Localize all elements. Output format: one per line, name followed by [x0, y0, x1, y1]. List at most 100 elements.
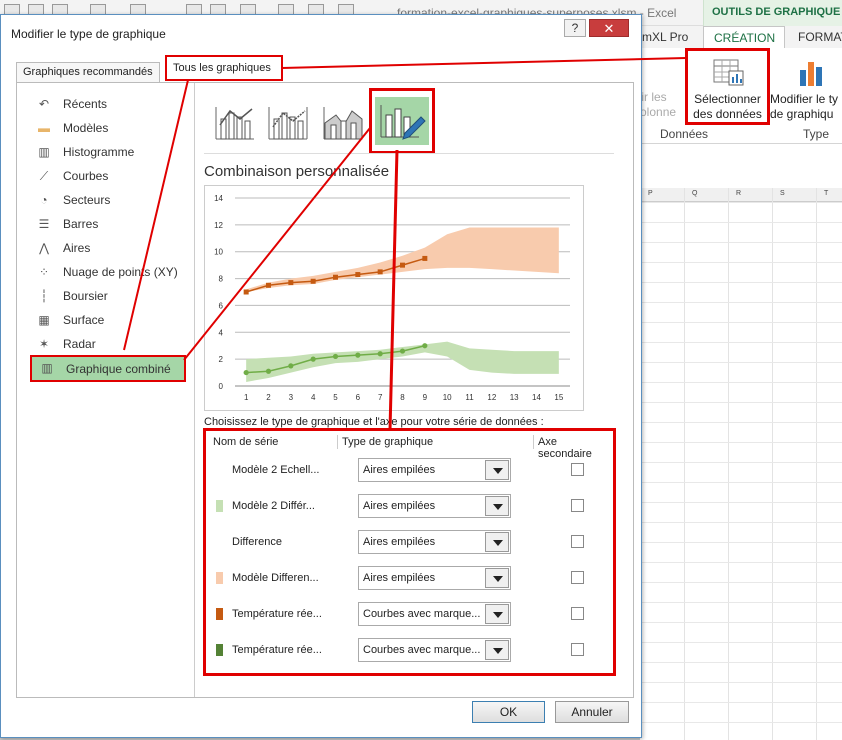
column-header[interactable]: P: [648, 190, 653, 197]
secondary-axis-checkbox[interactable]: [571, 499, 584, 512]
change-chart-type-button[interactable]: Modifier le ty de graphiqu: [770, 54, 842, 124]
chevron-down-icon[interactable]: [485, 568, 509, 588]
column-header[interactable]: Q: [692, 190, 697, 197]
grid-line: [640, 422, 842, 423]
grid-line: [640, 602, 842, 603]
sidebar-item-label: Histogramme: [63, 145, 135, 159]
data-point: [400, 262, 405, 268]
grid-line: [640, 482, 842, 483]
x-tick-label: 2: [266, 393, 271, 402]
x-tick-label: 14: [532, 393, 541, 402]
series-chart-type-select[interactable]: Aires empilées: [358, 566, 511, 590]
column-headers: P Q R S T: [640, 188, 842, 202]
secondary-axis-checkbox[interactable]: [571, 535, 584, 548]
chart-svg: 024681012141 2 3 4 5 6 7 8 9 10 11 12 13 14 15: [214, 194, 570, 402]
stock-chart-icon: ┆: [40, 289, 48, 303]
chevron-down-icon[interactable]: [485, 496, 509, 516]
x-tick-label: 12: [487, 393, 496, 402]
tab-recommended-charts[interactable]: Graphiques recommandés: [16, 62, 160, 82]
sidebar-item-nuage-de-points-xy-[interactable]: ⁘ Nuage de points (XY): [29, 261, 189, 283]
sidebar-item-aires[interactable]: ⋀ Aires: [29, 237, 189, 259]
dialog-title-bar: Modifier le type de graphique ? ✕: [1, 15, 641, 47]
chevron-down-icon[interactable]: [485, 640, 509, 660]
sidebar-item-histogramme[interactable]: ▥ Histogramme: [29, 141, 189, 163]
surface-chart-icon: ▦: [38, 313, 50, 327]
column-header[interactable]: S: [780, 190, 785, 197]
grid-line: [640, 322, 842, 323]
sidebar-item-label: Secteurs: [63, 193, 111, 207]
worksheet-grid[interactable]: P Q R S T: [640, 144, 842, 740]
sidebar-item-surface[interactable]: ▦ Surface: [29, 309, 189, 331]
combo-chart-icon: ▥: [41, 361, 53, 375]
sidebar-item-boursier[interactable]: ┆ Boursier: [29, 285, 189, 307]
sidebar-item-courbes[interactable]: ⟋ Courbes: [29, 165, 189, 187]
gallery-column-line-secondary[interactable]: [267, 103, 311, 143]
grid-line: [640, 362, 842, 363]
ok-button[interactable]: OK: [472, 701, 545, 723]
data-point: [288, 363, 294, 369]
sidebar-item-r-cents[interactable]: ↶ Récents: [29, 93, 189, 115]
tab-creation[interactable]: CRÉATION: [703, 26, 785, 48]
series-chart-type-select[interactable]: Aires empilées: [358, 458, 511, 482]
secondary-axis-checkbox[interactable]: [571, 607, 584, 620]
grid-line: [640, 622, 842, 623]
grid-line: [772, 188, 773, 740]
ribbon-tabs: mXL Pro CRÉATION FORMAT: [640, 26, 842, 48]
secondary-axis-checkbox[interactable]: [571, 463, 584, 476]
series-chart-type-value: Aires empilées: [363, 572, 436, 584]
series-chart-type-select[interactable]: Courbes avec marque...: [358, 638, 511, 662]
series-name: Modèle Differen...: [232, 572, 319, 584]
data-point: [422, 343, 428, 349]
series-chart-type-select[interactable]: Aires empilées: [358, 530, 511, 554]
ribbon: rtir les colonne Sélectionner des donnée…: [634, 48, 842, 144]
sidebar-item-label: Modèles: [63, 121, 109, 135]
tab-format[interactable]: FORMAT: [798, 30, 842, 44]
y-tick-label: 6: [219, 301, 224, 310]
column-chart-icon: [800, 62, 822, 86]
grid-line: [640, 202, 842, 203]
grid-line: [640, 442, 842, 443]
area-chart-icon: ⋀: [39, 241, 49, 255]
header-divider: [337, 435, 338, 449]
column-header[interactable]: R: [736, 190, 741, 197]
series-chart-type-value: Aires empilées: [363, 464, 436, 476]
sidebar-item-label: Récents: [63, 97, 108, 111]
x-tick-label: 15: [554, 393, 563, 402]
cancel-button[interactable]: Annuler: [555, 701, 629, 723]
series-name: Température rée...: [232, 644, 322, 656]
series-chart-type-select[interactable]: Aires empilées: [358, 494, 511, 518]
gallery-clustered-column-line[interactable]: [214, 103, 258, 143]
line-chart-icon: ⟋: [39, 169, 49, 183]
gallery-stacked-area-column[interactable]: [322, 103, 366, 143]
sidebar-item-mod-les[interactable]: ▬ Modèles: [29, 117, 189, 139]
column-header[interactable]: T: [824, 190, 828, 197]
chevron-down-icon[interactable]: [485, 460, 509, 480]
y-tick-label: 8: [219, 275, 224, 284]
grid-line: [640, 722, 842, 723]
folder-icon: ▬: [38, 121, 50, 135]
secondary-axis-checkbox[interactable]: [571, 643, 584, 656]
x-tick-label: 13: [510, 393, 519, 402]
sidebar-item-barres[interactable]: ☰ Barres: [29, 213, 189, 235]
group-type-label: Type: [803, 127, 830, 141]
sidebar-item-secteurs[interactable]: ◔ Secteurs: [29, 189, 189, 211]
y-tick-label: 2: [219, 355, 224, 364]
chevron-down-icon[interactable]: [485, 604, 509, 624]
chart-preview: 0 2 4 6 8 10 12 14 1 2 3 4 5 6 7 8 9 10 11 12 13 14 15: [204, 185, 584, 411]
grid-line: [640, 342, 842, 343]
grid-line: [640, 662, 842, 663]
sidebar-item-graphique-combin-[interactable]: ▥ Graphique combiné: [30, 355, 186, 382]
data-point: [310, 356, 316, 362]
help-button[interactable]: ?: [564, 19, 586, 37]
tab-all-charts[interactable]: Tous les graphiques: [165, 55, 283, 81]
pie-chart-icon: ◔: [40, 193, 48, 207]
grid-line: [684, 188, 685, 740]
series-color-swatch: [216, 644, 223, 656]
secondary-axis-checkbox[interactable]: [571, 571, 584, 584]
grid-line: [816, 188, 817, 740]
sidebar-item-radar[interactable]: ✶ Radar: [29, 333, 189, 355]
tab-mxl-pro[interactable]: mXL Pro: [642, 30, 688, 44]
chevron-down-icon[interactable]: [485, 532, 509, 552]
series-chart-type-select[interactable]: Courbes avec marque...: [358, 602, 511, 626]
close-button[interactable]: ✕: [589, 19, 629, 37]
